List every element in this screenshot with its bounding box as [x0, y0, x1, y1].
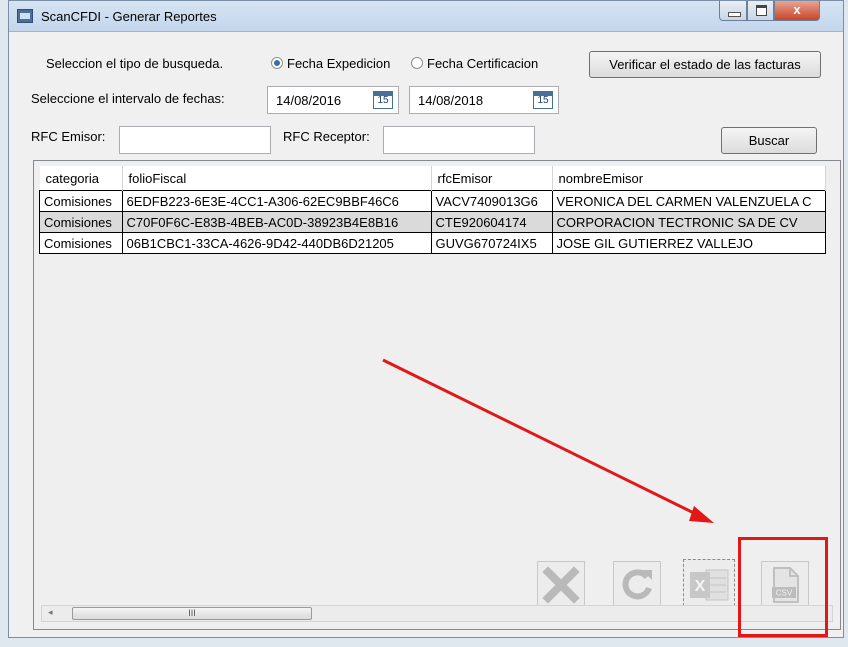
annotation-arrow-icon	[382, 358, 714, 523]
annotation-highlight-box	[738, 537, 828, 637]
